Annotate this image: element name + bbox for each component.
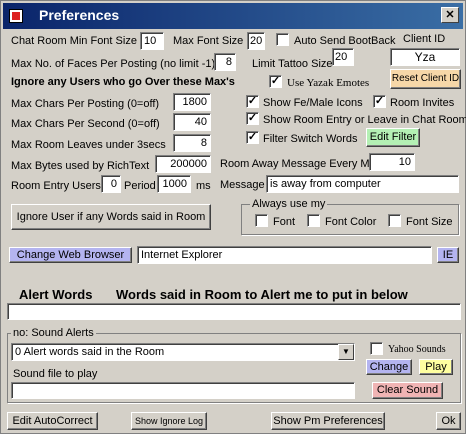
browser-input[interactable]: Internet Explorer	[137, 246, 432, 264]
chevron-down-icon[interactable]: ▼	[338, 344, 354, 360]
min-font-size-input[interactable]: 10	[140, 32, 164, 50]
max-bytes-richtext-label: Max Bytes used by RichText	[11, 160, 150, 172]
away-message-input[interactable]: is away from computer	[266, 175, 459, 193]
filter-switch-label: Filter Switch Words	[263, 133, 358, 145]
edit-filter-button[interactable]: Edit Filter	[366, 128, 420, 147]
title-bar: Preferences ✕	[3, 3, 463, 29]
show-ignore-log-button[interactable]: Show Ignore Log	[131, 412, 207, 430]
max-chars-second-input[interactable]: 40	[173, 113, 211, 131]
away-every-input[interactable]: 10	[369, 153, 415, 171]
away-every-label: Room Away Message Every Mins	[220, 158, 384, 170]
alert-words-input[interactable]	[7, 303, 461, 320]
max-room-leaves-input[interactable]: 8	[173, 134, 211, 152]
min-font-size-label: Chat Room Min Font Size	[11, 35, 137, 47]
yazak-emotes-checkbox[interactable]: ✓	[269, 75, 282, 88]
max-font-size-input[interactable]: 20	[247, 32, 265, 50]
max-room-leaves-label: Max Room Leaves under 3secs	[11, 139, 166, 151]
ms-label: ms	[196, 180, 211, 192]
client-id-input[interactable]: Yza	[390, 48, 460, 66]
auto-bootback-checkbox[interactable]	[276, 33, 289, 46]
client-id-label: Client ID	[403, 33, 446, 45]
yahoo-sounds-label: Yahoo Sounds	[388, 344, 446, 355]
always-font-label: Font	[273, 216, 296, 228]
yazak-emotes-label: Use Yazak Emotes	[287, 77, 370, 89]
change-browser-button[interactable]: Change Web Browser	[9, 247, 132, 263]
room-invites-checkbox[interactable]: ✓	[373, 95, 386, 108]
max-font-size-label: Max Font Size	[173, 35, 244, 47]
ok-button[interactable]: Ok	[436, 412, 461, 430]
max-chars-second-label: Max Chars Per Second (0=off)	[11, 118, 160, 130]
sound-alert-select[interactable]: 0 Alert words said in the Room ▼	[11, 343, 355, 361]
reset-client-id-button[interactable]: Reset Client ID	[390, 69, 461, 89]
max-faces-label: Max No. of Faces Per Posting (no limit -…	[11, 58, 216, 70]
alert-words-heading: Alert Words	[19, 287, 93, 302]
always-font-color-label: Font Color	[325, 216, 377, 228]
period-input[interactable]: 1000	[157, 175, 191, 193]
max-chars-posting-input[interactable]: 1800	[173, 93, 211, 111]
ignore-words-button[interactable]: Ignore User if any Words said in Room	[11, 204, 211, 230]
play-sound-button[interactable]: Play	[419, 359, 453, 375]
app-icon	[9, 9, 23, 23]
always-font-size-label: Font Size	[406, 216, 453, 228]
sound-alert-selected: 0 Alert words said in the Room	[15, 346, 165, 358]
room-entry-label: Show Room Entry or Leave in Chat Room	[263, 114, 466, 126]
always-font-color-checkbox[interactable]	[307, 214, 320, 227]
sound-alerts-title: no: Sound Alerts	[11, 327, 96, 339]
preferences-window: Preferences ✕ Chat Room Min Font Size 10…	[0, 0, 466, 434]
max-faces-input[interactable]: 8	[214, 53, 236, 71]
always-font-size-checkbox[interactable]	[388, 214, 401, 227]
max-chars-posting-label: Max Chars Per Posting (0=off)	[11, 98, 160, 110]
ignore-heading: Ignore any Users who go Over these Max's	[11, 76, 235, 88]
filter-switch-checkbox[interactable]: ✓	[246, 131, 259, 144]
tattoo-size-input[interactable]: 20	[332, 48, 354, 66]
close-icon[interactable]: ✕	[441, 7, 459, 23]
room-entry-checkbox[interactable]: ✓	[246, 112, 259, 125]
auto-bootback-label: Auto Send BootBack	[294, 35, 396, 47]
yahoo-sounds-checkbox[interactable]	[370, 342, 383, 355]
period-label: Period	[124, 180, 156, 192]
message-label: Message	[220, 179, 265, 191]
max-bytes-richtext-input[interactable]: 200000	[155, 155, 211, 173]
room-invites-label: Room Invites	[390, 97, 455, 109]
always-font-checkbox[interactable]	[255, 214, 268, 227]
change-sound-button[interactable]: Change	[366, 359, 412, 375]
alert-words-subheading: Words said in Room to Alert me to put in…	[116, 287, 408, 302]
sound-file-label: Sound file to play	[13, 368, 98, 380]
fe-male-icons-label: Show Fe/Male Icons	[263, 97, 363, 109]
ie-badge-button[interactable]: IE	[437, 247, 459, 263]
clear-sound-button[interactable]: Clear Sound	[372, 382, 443, 399]
window-title: Preferences	[39, 7, 120, 23]
show-pm-preferences-button[interactable]: Show Pm Preferences	[271, 412, 385, 430]
always-use-title: Always use my	[250, 198, 328, 210]
room-entry-users-label: Room Entry Users	[11, 180, 101, 192]
sound-file-input[interactable]	[11, 382, 355, 399]
room-entry-users-input[interactable]: 0	[101, 175, 121, 193]
tattoo-size-label: Limit Tattoo Size	[252, 58, 333, 70]
edit-autocorrect-button[interactable]: Edit AutoCorrect	[7, 412, 98, 430]
fe-male-icons-checkbox[interactable]: ✓	[246, 95, 259, 108]
